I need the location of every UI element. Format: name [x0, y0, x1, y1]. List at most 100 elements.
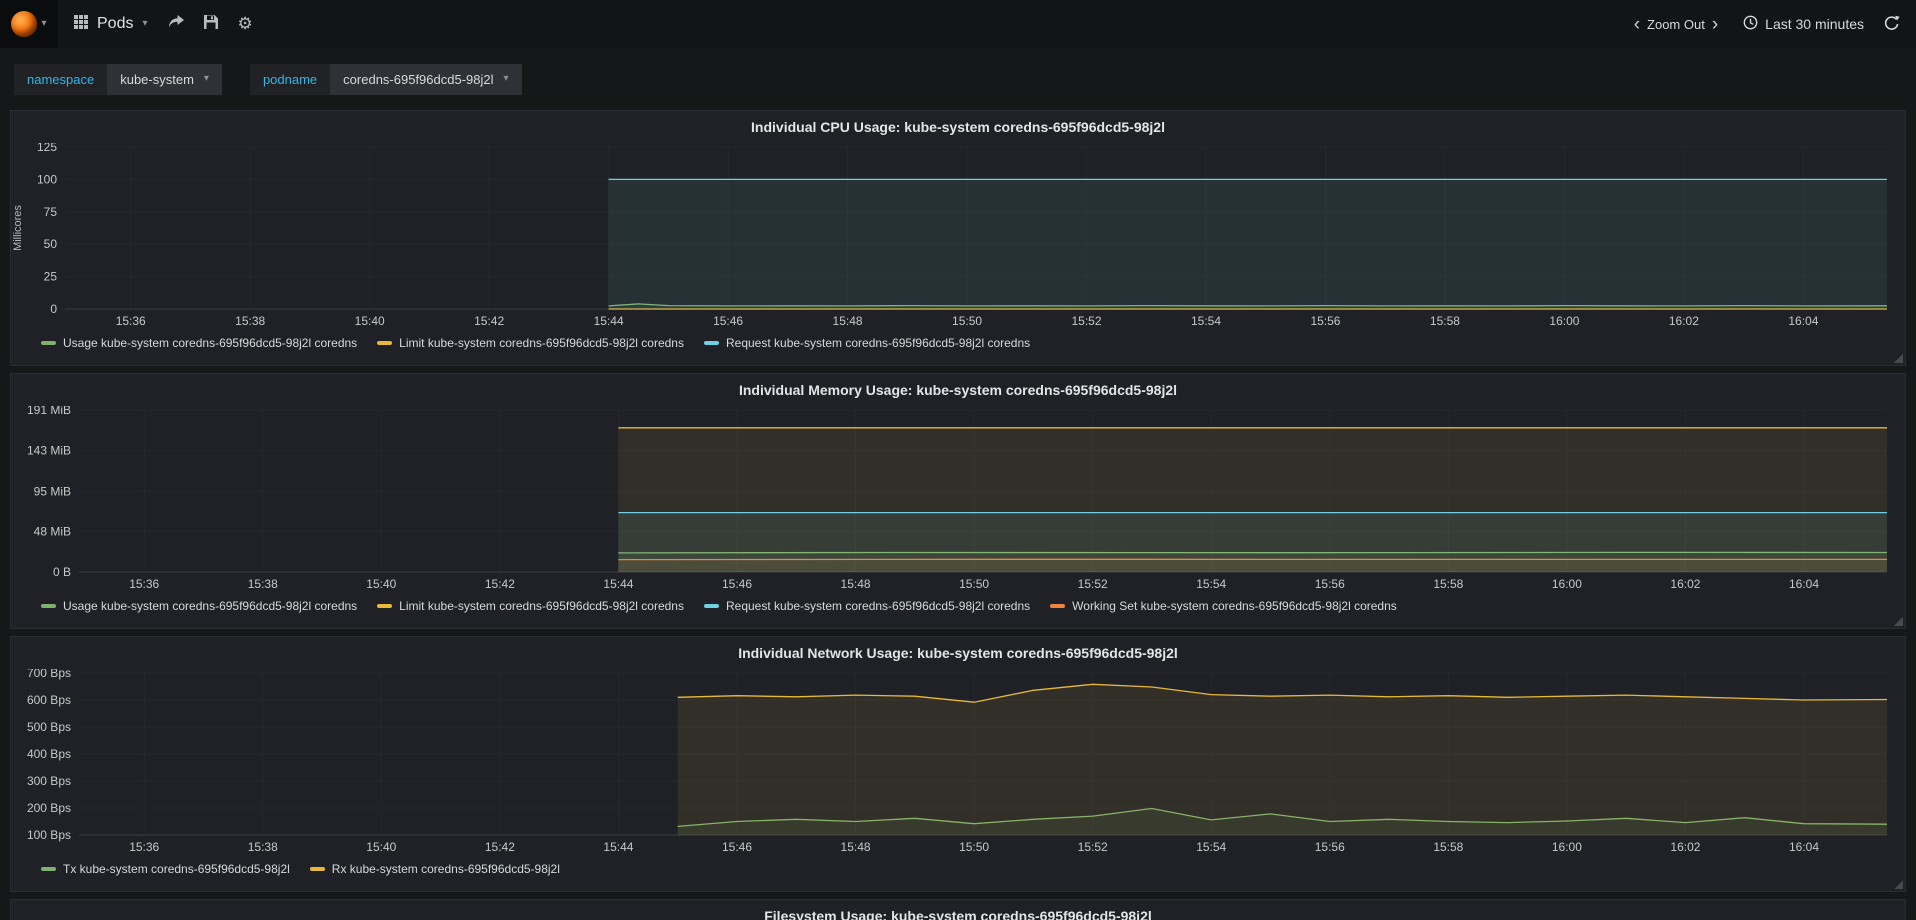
grafana-logo-button[interactable]: ▾	[0, 0, 58, 48]
panel-individual-cpu-usage: ⋮ Individual CPU Usage: kube-system core…	[10, 110, 1906, 366]
x-axis-tick-label: 15:42	[474, 314, 504, 328]
chart-canvas[interactable]: 0 B 48 MiB 95 MiB 143 MiB 191 MiB 15:36 15:38 1…	[11, 403, 1905, 598]
navbar-left: ▾ Pods ▾ ⚙	[0, 0, 253, 48]
x-axis-tick-label: 15:50	[959, 577, 989, 591]
y-axis-tick-label: 300 Bps	[27, 774, 71, 788]
row-drag-handle[interactable]: ⋮	[11, 112, 15, 124]
x-axis-tick-label: 15:52	[1071, 314, 1101, 328]
x-axis-tick-label: 15:58	[1430, 314, 1460, 328]
x-axis-tick-label: 15:54	[1196, 577, 1226, 591]
variable-podname: podname coredns-695f96dcd5-98j2l ▾	[249, 63, 522, 95]
legend-item[interactable]: Request kube-system coredns-695f96dcd5-9…	[703, 599, 1031, 613]
y-axis-tick-label: 125	[37, 143, 57, 154]
legend-series-marker	[41, 867, 56, 871]
zoom-out-button[interactable]: Zoom Out	[1647, 17, 1705, 32]
time-shift-forward-button[interactable]: ›	[1705, 15, 1725, 34]
dashboard-grid-icon	[74, 14, 88, 34]
legend-item[interactable]: Working Set kube-system coredns-695f96dc…	[1050, 599, 1397, 613]
time-range-picker-button[interactable]: Last 30 minutes	[1743, 15, 1864, 33]
x-axis-tick-label: 15:50	[959, 840, 989, 854]
legend-series-name: Request kube-system coredns-695f96dcd5-9…	[725, 599, 1031, 613]
caret-down-icon: ▾	[203, 73, 209, 84]
x-axis-tick-label: 15:38	[235, 314, 265, 328]
x-axis-tick-label: 15:44	[594, 314, 624, 328]
navbar-right: ‹ Zoom Out › Last 30 minutes	[1627, 15, 1900, 34]
x-axis-tick-label: 15:58	[1433, 840, 1463, 854]
x-axis-tick-label: 15:48	[841, 577, 871, 591]
variable-selected-podname: coredns-695f96dcd5-98j2l	[343, 71, 494, 87]
legend-item[interactable]: Limit kube-system coredns-695f96dcd5-98j…	[377, 336, 684, 350]
legend-series-name: Working Set kube-system coredns-695f96dc…	[1072, 599, 1397, 613]
legend-series-name: Limit kube-system coredns-695f96dcd5-98j…	[399, 599, 684, 613]
panel-title[interactable]: Individual CPU Usage: kube-system coredn…	[11, 111, 1905, 143]
variable-value-podname[interactable]: coredns-695f96dcd5-98j2l ▾	[330, 63, 522, 95]
caret-down-icon: ▾	[503, 73, 509, 84]
y-axis-tick-label: 25	[44, 270, 58, 284]
share-icon	[168, 14, 184, 34]
x-axis-tick-label: 16:02	[1670, 577, 1700, 591]
legend-series-marker	[703, 341, 719, 345]
legend-item[interactable]: Usage kube-system coredns-695f96dcd5-98j…	[41, 599, 357, 613]
y-axis-tick-label: 48 MiB	[34, 524, 71, 538]
x-axis-tick-label: 15:48	[833, 314, 863, 328]
refresh-icon	[1884, 15, 1900, 34]
series-fill	[618, 559, 1887, 572]
dashboard-panels: ⋮ Individual CPU Usage: kube-system core…	[0, 110, 1916, 920]
y-axis-tick-label: 500 Bps	[27, 720, 71, 734]
x-axis-tick-label: 15:54	[1191, 314, 1221, 328]
refresh-button[interactable]	[1884, 15, 1900, 34]
legend-series-marker	[377, 604, 393, 608]
panel-individual-network-usage: Individual Network Usage: kube-system co…	[10, 636, 1906, 892]
settings-button[interactable]: ⚙	[238, 14, 253, 34]
legend-item[interactable]: Tx kube-system coredns-695f96dcd5-98j2l	[41, 862, 290, 876]
x-axis-tick-label: 16:00	[1552, 577, 1582, 591]
chart-canvas[interactable]: 100 Bps 200 Bps 300 Bps 400 Bps 500 Bps 600 B…	[11, 666, 1905, 861]
panel-resize-handle[interactable]	[1893, 616, 1903, 626]
y-axis-tick-label: 50	[44, 237, 58, 251]
panel-title[interactable]: Individual Network Usage: kube-system co…	[11, 637, 1905, 669]
legend-item[interactable]: Request kube-system coredns-695f96dcd5-9…	[703, 336, 1031, 350]
legend-series-marker	[41, 604, 56, 608]
x-axis-tick-label: 16:04	[1789, 840, 1819, 854]
series-fill	[677, 684, 1888, 835]
caret-down-icon: ▾	[142, 18, 148, 29]
legend-series-name: Request kube-system coredns-695f96dcd5-9…	[725, 336, 1031, 350]
legend-item[interactable]: Limit kube-system coredns-695f96dcd5-98j…	[377, 599, 684, 613]
y-axis-tick-label: 100	[37, 172, 57, 186]
cpu-usage-chart: 0 25 50 75 100 125 15:36 15:38 15:40 15:42 15:44 15…	[11, 140, 1905, 335]
variable-value-namespace[interactable]: kube-system ▾	[107, 63, 222, 95]
time-shift-back-button[interactable]: ‹	[1627, 15, 1647, 34]
panel-resize-handle[interactable]	[1893, 879, 1903, 889]
legend-series-name: Rx kube-system coredns-695f96dcd5-98j2l	[331, 862, 560, 876]
legend-series-marker	[41, 341, 56, 345]
dashboard-picker-button[interactable]: Pods ▾	[74, 14, 148, 34]
panel-individual-memory-usage: Individual Memory Usage: kube-system cor…	[10, 373, 1906, 629]
legend-series-marker	[309, 867, 325, 871]
clock-icon	[1743, 15, 1758, 33]
panel-title[interactable]: Filesystem Usage: kube-system coredns-69…	[11, 900, 1905, 920]
series-group	[618, 427, 1888, 572]
save-button[interactable]	[203, 14, 218, 34]
x-axis-tick-label: 15:56	[1315, 840, 1345, 854]
y-axis-tick-label: 75	[44, 205, 58, 219]
network-usage-chart: 100 Bps 200 Bps 300 Bps 400 Bps 500 Bps 600 B…	[11, 666, 1905, 861]
x-axis-tick-label: 16:04	[1788, 314, 1818, 328]
panel-resize-handle[interactable]	[1893, 353, 1903, 363]
y-axis-tick-label: 100 Bps	[27, 828, 71, 842]
series-group	[677, 683, 1888, 835]
x-axis-tick-label: 15:44	[603, 840, 633, 854]
y-axis-tick-label: 0	[50, 302, 57, 316]
top-navbar: ▾ Pods ▾ ⚙ ‹ Zoom Out › Last 30 minutes	[0, 0, 1916, 48]
x-axis-tick-label: 15:46	[722, 577, 752, 591]
panel-filesystem-usage: Filesystem Usage: kube-system coredns-69…	[10, 899, 1906, 920]
panel-title[interactable]: Individual Memory Usage: kube-system cor…	[11, 374, 1905, 406]
share-button[interactable]	[168, 14, 184, 34]
y-axis-tick-label: 600 Bps	[27, 693, 71, 707]
variable-namespace: namespace kube-system ▾	[14, 63, 222, 95]
chart-canvas[interactable]: 0 25 50 75 100 125 15:36 15:38 15:40 15:42 15:44 15…	[11, 140, 1905, 335]
x-axis-tick-label: 16:00	[1549, 314, 1579, 328]
legend-item[interactable]: Rx kube-system coredns-695f96dcd5-98j2l	[309, 862, 560, 876]
dashboard-title: Pods	[97, 15, 134, 32]
y-axis-tick-label: 95 MiB	[34, 484, 71, 498]
legend-item[interactable]: Usage kube-system coredns-695f96dcd5-98j…	[41, 336, 357, 350]
